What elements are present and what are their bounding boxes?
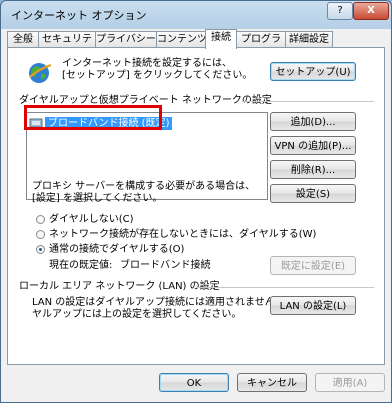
dialup-section-divider — [242, 101, 374, 102]
lan-text-line2: ヤルアップには上の設定を選択してください。 — [32, 309, 242, 320]
lan-section-heading: ローカル エリア ネットワーク (LAN) の設定 — [19, 281, 220, 292]
setup-text-line1: インターネット接続を設定するには、 — [62, 58, 232, 69]
globe-icon — [29, 63, 52, 83]
cancel-button[interactable]: キャンセル — [237, 373, 307, 392]
add-button[interactable]: 追加(D)... — [270, 112, 356, 131]
tab-content[interactable]: コンテンツ — [156, 31, 208, 48]
radio-always-dial-label[interactable]: 通常の接続でダイヤルする(O) — [49, 244, 184, 256]
highlight-annotation — [24, 105, 162, 130]
remove-button[interactable]: 削除(R)... — [270, 160, 356, 179]
add-vpn-button[interactable]: VPN の追加(P)... — [270, 136, 356, 155]
internet-options-dialog: インターネット オプション ? X 全般 セキュリティ プライバシー コンテンツ… — [0, 0, 392, 403]
close-icon: X — [367, 5, 375, 16]
apply-button[interactable]: 適用(A) — [315, 373, 385, 392]
tab-advanced[interactable]: 詳細設定 — [285, 31, 333, 48]
proxy-text-line1: プロキシ サーバーを構成する必要がある場合は、 — [32, 181, 256, 192]
set-default-button[interactable]: 既定に設定(E) — [270, 256, 356, 275]
close-button[interactable]: X — [353, 2, 389, 20]
tab-general[interactable]: 全般 — [7, 31, 39, 48]
title-bar[interactable]: インターネット オプション ? X — [1, 1, 391, 27]
radio-dial-when-no-network[interactable] — [36, 230, 45, 239]
setup-text-line2: [セットアップ] をクリックしてください。 — [62, 70, 253, 81]
radio-never-dial[interactable] — [36, 215, 45, 224]
settings-button[interactable]: 設定(S) — [270, 184, 356, 203]
tab-security[interactable]: セキュリティ — [38, 31, 96, 61]
lan-text-line1: LAN の設定はダイヤルアップ接続には適用されません。ダイ — [32, 297, 305, 308]
tab-programs[interactable]: プログラム — [236, 31, 286, 61]
tab-privacy[interactable]: プライバシー — [95, 31, 157, 48]
proxy-text-line2: [設定] を選択してください。 — [32, 193, 163, 204]
ok-button[interactable]: OK — [159, 373, 229, 392]
lan-settings-button[interactable]: LAN の設定(L) — [270, 296, 356, 315]
lan-section-divider — [196, 287, 374, 288]
help-icon: ? — [337, 5, 343, 16]
tab-connections[interactable]: 接続 — [205, 29, 237, 49]
window-title: インターネット オプション — [11, 9, 147, 22]
radio-never-dial-label[interactable]: ダイヤルしない(C) — [49, 214, 134, 226]
connections-tab-panel: インターネット接続を設定するには、 [セットアップ] をクリックしてください。 … — [7, 47, 385, 365]
radio-dial-when-no-network-label[interactable]: ネットワーク接続が存在しないときには、ダイヤルする(W) — [49, 229, 316, 241]
radio-always-dial[interactable] — [36, 245, 45, 254]
help-button[interactable]: ? — [327, 2, 353, 20]
current-default-value: ブロードバンド接続 — [120, 260, 211, 271]
setup-button[interactable]: セットアップ(U) — [270, 62, 356, 81]
current-default-label: 現在の既定値: — [49, 260, 113, 271]
